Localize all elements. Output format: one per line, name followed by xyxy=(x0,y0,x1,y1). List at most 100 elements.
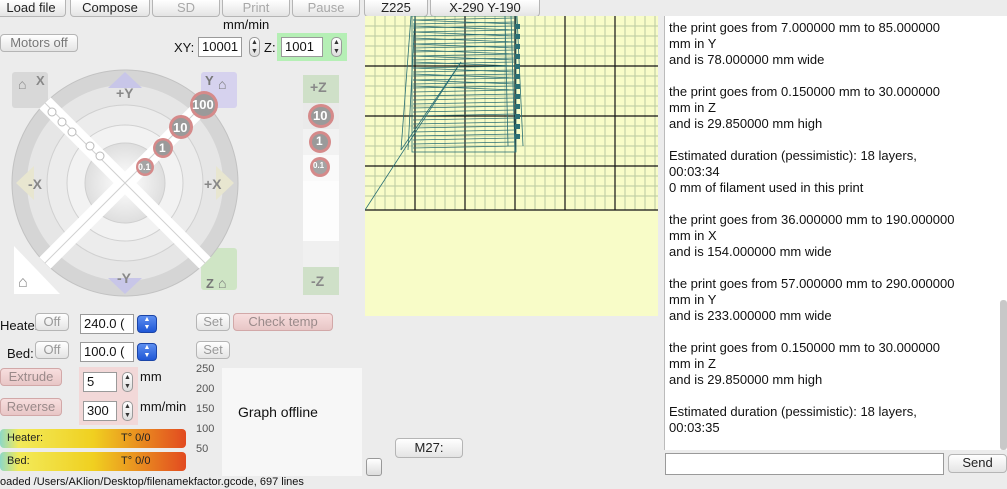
extrude-speed-unit: mm/min xyxy=(140,399,187,414)
bed-bar-value: T° 0/0 xyxy=(121,455,151,467)
home-z-icon: ⌂ xyxy=(218,275,227,291)
heater-temp-field[interactable]: 240.0 ( xyxy=(80,314,134,334)
log-line: mm in X xyxy=(669,228,717,243)
step-10-label[interactable]: 10 xyxy=(173,120,187,135)
home-y-icon: ⌂ xyxy=(218,76,227,92)
step-1-label[interactable]: 1 xyxy=(159,141,166,155)
z-minus-label: -Z xyxy=(311,273,325,289)
reverse-button[interactable]: Reverse xyxy=(0,398,62,416)
m27-button[interactable]: M27: xyxy=(395,438,463,458)
log-line: the print goes from 0.150000 mm to 30.00… xyxy=(669,340,941,355)
z-feed-field[interactable]: 1001 xyxy=(281,37,323,57)
compose-button[interactable]: Compose xyxy=(70,0,150,17)
heater-set-button[interactable]: Set xyxy=(196,313,230,331)
z-feed-stepper[interactable]: ▲ ▼ xyxy=(331,37,342,57)
log-line: mm in Z xyxy=(669,100,716,115)
load-file-button[interactable]: Load file xyxy=(0,0,66,17)
gcode-command-input[interactable] xyxy=(665,453,944,475)
xy-feed-stepper[interactable]: ▲ ▼ xyxy=(249,37,260,57)
xy-feed-label: XY: xyxy=(174,40,195,55)
minus-x-label: -X xyxy=(28,176,42,192)
z-position-button[interactable]: Z225 xyxy=(364,0,428,17)
home-y-label: Y xyxy=(205,73,214,88)
log-scrollbar[interactable] xyxy=(1000,300,1007,450)
log-entry: Estimated duration (pessimistic): 18 lay… xyxy=(669,404,1007,436)
log-line: 0 mm of filament used in this print xyxy=(669,180,864,195)
heater-bar-label: Heater: xyxy=(7,432,44,444)
extrude-mm-unit: mm xyxy=(140,369,162,384)
home-z-label: Z xyxy=(206,276,214,291)
graph-tick-50: 50 xyxy=(196,443,209,455)
send-button[interactable]: Send xyxy=(948,454,1007,473)
log-line: and is 29.850000 mm high xyxy=(669,116,823,131)
heater-bar-value: T° 0/0 xyxy=(121,432,151,444)
heater-off-button[interactable]: Off xyxy=(35,313,69,331)
extrude-button[interactable]: Extrude xyxy=(0,368,62,386)
z-step-1-label: 1 xyxy=(316,134,323,148)
log-entry: the print goes from 0.150000 mm to 30.00… xyxy=(669,84,1007,132)
bed-bar-label: Bed: xyxy=(7,455,30,467)
log-entry: the print goes from 7.000000 mm to 85.00… xyxy=(669,20,1007,68)
z-feed-label: Z: xyxy=(264,40,276,55)
log-line: mm in Y xyxy=(669,292,717,307)
home-x-icon: ⌂ xyxy=(18,76,27,92)
check-temp-button[interactable]: Check temp xyxy=(233,313,333,331)
graph-offline-label: Graph offline xyxy=(238,404,318,420)
home-x-label: X xyxy=(36,73,45,88)
log-entry: Estimated duration (pessimistic): 18 lay… xyxy=(669,148,1007,196)
log-panel[interactable]: the print goes from 7.000000 mm to 85.00… xyxy=(664,16,1007,450)
bed-temp-field[interactable]: 100.0 ( xyxy=(80,342,134,362)
sd-button[interactable]: SD xyxy=(152,0,220,17)
home-all-icon: ⌂ xyxy=(18,274,28,291)
status-bar: oaded /Users/AKlion/Desktop/filenamekfac… xyxy=(0,476,1007,489)
z-step-01-label: 0.1 xyxy=(313,161,325,170)
pause-button[interactable]: Pause xyxy=(292,0,360,17)
log-line: and is 29.850000 mm high xyxy=(669,372,823,387)
log-line: 00:03:35 xyxy=(669,420,720,435)
log-line: and is 233.000000 mm wide xyxy=(669,308,832,323)
log-entry: the print goes from 36.000000 mm to 190.… xyxy=(669,212,1007,260)
feedrate-title: mm/min xyxy=(223,17,270,32)
extrude-length-stepper[interactable]: ▲ ▼ xyxy=(122,372,133,392)
step-01-label[interactable]: 0.1 xyxy=(138,162,151,172)
bed-off-button[interactable]: Off xyxy=(35,341,69,359)
log-line: the print goes from 36.000000 mm to 190.… xyxy=(669,212,955,227)
print-button[interactable]: Print xyxy=(222,0,290,17)
step-100-label[interactable]: 100 xyxy=(192,97,214,112)
minus-y-label: -Y xyxy=(117,270,131,286)
graph-tick-150: 150 xyxy=(196,403,215,415)
layer-slider-thumb[interactable] xyxy=(366,458,382,476)
log-entry: the print goes from 57.000000 mm to 290.… xyxy=(669,276,1007,324)
extrude-speed-stepper[interactable]: ▲ ▼ xyxy=(122,401,133,421)
extrude-length-field[interactable]: 5 xyxy=(83,372,117,392)
graph-tick-200: 200 xyxy=(196,383,215,395)
plus-x-label: +X xyxy=(204,176,222,192)
heater-temp-bar: Heater: T° 0/0 xyxy=(0,429,186,448)
bed-label: Bed: xyxy=(7,346,34,361)
log-line: the print goes from 0.150000 mm to 30.00… xyxy=(669,84,941,99)
bed-set-button[interactable]: Set xyxy=(196,341,230,359)
plus-y-label: +Y xyxy=(116,85,134,101)
extrude-speed-field[interactable]: 300 xyxy=(83,401,117,421)
heater-temp-stepper[interactable]: ▲ ▼ xyxy=(137,315,157,333)
z-plus-label: +Z xyxy=(310,79,327,95)
log-entry: the print goes from 0.150000 mm to 30.00… xyxy=(669,340,1007,388)
log-line: mm in Z xyxy=(669,356,716,371)
bed-temp-bar: Bed: T° 0/0 xyxy=(0,452,186,471)
log-line: mm in Y xyxy=(669,36,717,51)
log-line: Estimated duration (pessimistic): 18 lay… xyxy=(669,148,917,163)
log-line: 00:03:34 xyxy=(669,164,720,179)
gcode-preview[interactable] xyxy=(365,16,658,316)
graph-tick-250: 250 xyxy=(196,363,215,375)
log-line: the print goes from 57.000000 mm to 290.… xyxy=(669,276,955,291)
xy-position-button[interactable]: X-290 Y-190 xyxy=(430,0,540,17)
temp-graph xyxy=(222,368,362,476)
z-step-10-label: 10 xyxy=(313,108,328,123)
graph-tick-100: 100 xyxy=(196,423,215,435)
motors-off-button[interactable]: Motors off xyxy=(0,34,78,52)
xy-feed-field[interactable]: 10001 xyxy=(198,37,242,57)
bed-temp-stepper[interactable]: ▲ ▼ xyxy=(137,343,157,361)
log-line: and is 154.000000 mm wide xyxy=(669,244,832,259)
log-line: the print goes from 7.000000 mm to 85.00… xyxy=(669,20,941,35)
log-line: Estimated duration (pessimistic): 18 lay… xyxy=(669,404,917,419)
